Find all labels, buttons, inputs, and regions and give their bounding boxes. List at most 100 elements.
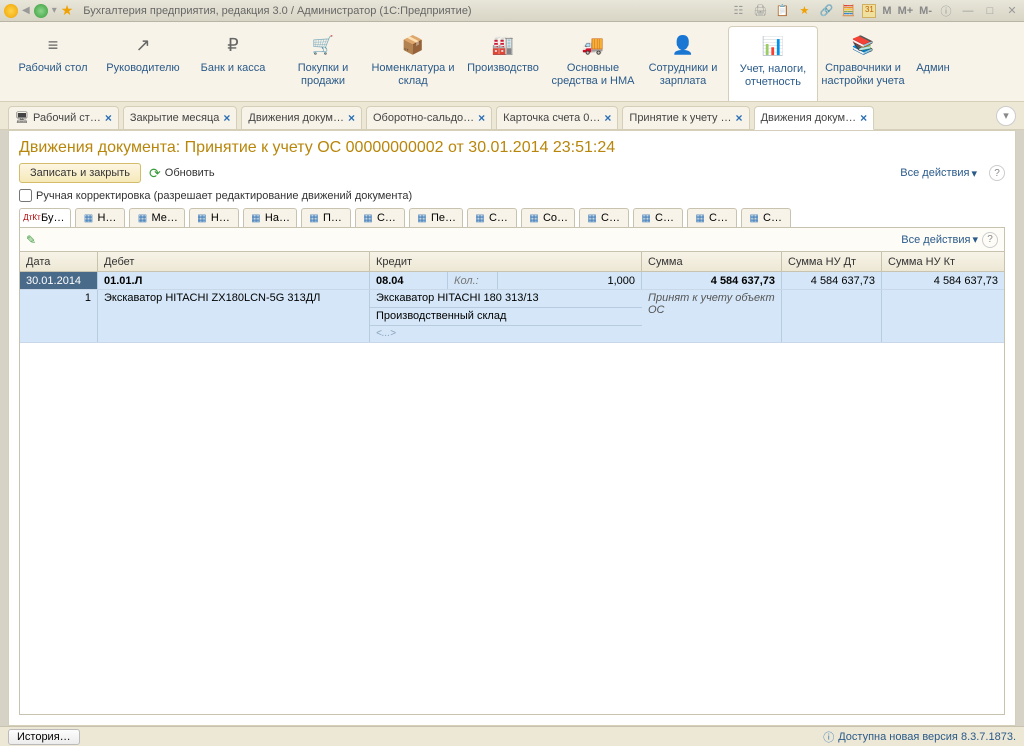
- ribbon-production[interactable]: 🏭Производство: [458, 26, 548, 101]
- subtab-2[interactable]: ▦Ме…: [129, 208, 184, 227]
- forward-icon[interactable]: [34, 4, 48, 18]
- ribbon-assets[interactable]: 🚚Основные средства и НМА: [548, 26, 638, 101]
- history-button[interactable]: История…: [8, 729, 80, 745]
- cell-date[interactable]: 30.01.2014: [20, 272, 98, 289]
- col-header-debit[interactable]: Дебет: [98, 252, 370, 271]
- subtab-accounting[interactable]: ДтКтБу…: [19, 208, 71, 227]
- cell-row-num[interactable]: 1: [20, 290, 98, 342]
- cart-icon: 🛒: [312, 32, 334, 58]
- minimize-icon[interactable]: —: [960, 4, 976, 18]
- person-icon: 👤: [672, 32, 694, 58]
- ribbon-manager[interactable]: ↗Руководителю: [98, 26, 188, 101]
- link-tool-icon[interactable]: 🔗: [818, 3, 834, 19]
- star-tool-icon[interactable]: ★: [796, 3, 812, 19]
- col-header-nu-kt[interactable]: Сумма НУ Кт: [882, 252, 1004, 271]
- ribbon-bank[interactable]: ₽Банк и касса: [188, 26, 278, 101]
- subtab-9[interactable]: ▦Со…: [521, 208, 575, 227]
- grid-all-actions[interactable]: Все действия ▾: [901, 233, 978, 246]
- col-header-credit[interactable]: Кредит: [370, 252, 642, 271]
- subtab-13[interactable]: ▦С…: [741, 208, 791, 227]
- cell-debit-text[interactable]: Экскаватор HITACHI ZX180LCN-5G 313ДЛ: [98, 290, 370, 342]
- table-row[interactable]: 1 Экскаватор HITACHI ZX180LCN-5G 313ДЛ Э…: [20, 290, 1004, 343]
- tab-close-icon[interactable]: ×: [348, 111, 355, 125]
- tab-acceptance[interactable]: Принятие к учету …×: [622, 106, 749, 130]
- help-button[interactable]: ?: [989, 165, 1005, 181]
- dropdown-icon[interactable]: ▾: [52, 5, 57, 16]
- subtab-8[interactable]: ▦С…: [467, 208, 517, 227]
- cell-debit-acc[interactable]: 01.01.Л: [98, 272, 370, 289]
- m-plus-button[interactable]: M+: [898, 5, 914, 17]
- table-row[interactable]: 30.01.2014 01.01.Л 08.04 Кол.: 1,000 4 5…: [20, 272, 1004, 290]
- refresh-button[interactable]: ⟳ Обновить: [149, 165, 215, 182]
- ribbon-admin[interactable]: Админ: [908, 26, 958, 101]
- ribbon-hr[interactable]: 👤Сотрудники и зарплата: [638, 26, 728, 101]
- grid-body[interactable]: 30.01.2014 01.01.Л 08.04 Кол.: 1,000 4 5…: [20, 272, 1004, 714]
- m-minus-button[interactable]: M-: [919, 5, 932, 17]
- tool-icon-2[interactable]: 🖨: [752, 3, 768, 19]
- edit-icon[interactable]: ✎: [26, 233, 36, 247]
- col-header-date[interactable]: Дата: [20, 252, 98, 271]
- all-actions-dropdown[interactable]: Все действия ▾: [900, 167, 977, 180]
- tab-movements-2[interactable]: Движения докум…×: [754, 106, 875, 130]
- subtab-6[interactable]: ▦С…: [355, 208, 405, 227]
- manual-edit-row: Ручная корректировка (разрешает редактир…: [9, 189, 1015, 208]
- cell-sum-text[interactable]: Принят к учету объект ОС: [642, 290, 782, 342]
- credit-detail-1: Экскаватор HITACHI 180 313/13: [370, 290, 642, 308]
- calendar-icon[interactable]: 31: [862, 4, 876, 18]
- tab-close-icon[interactable]: ×: [860, 111, 867, 125]
- ribbon-stock[interactable]: 📦Номенклатура и склад: [368, 26, 458, 101]
- tool-icon-1[interactable]: ☷: [730, 3, 746, 19]
- tab-close-icon[interactable]: ×: [604, 111, 611, 125]
- subtab-10[interactable]: ▦С…: [579, 208, 629, 227]
- tab-close-icon[interactable]: ×: [105, 111, 112, 125]
- subtab-5[interactable]: ▦П…: [301, 208, 351, 227]
- back-icon[interactable]: ◀: [22, 5, 30, 16]
- ribbon-sales[interactable]: 🛒Покупки и продажи: [278, 26, 368, 101]
- cell-sum[interactable]: 4 584 637,73: [642, 272, 782, 289]
- window-titlebar: ◀ ▾ ★ Бухгалтерия предприятия, редакция …: [0, 0, 1024, 22]
- cell-nu-kt[interactable]: 4 584 637,73: [882, 272, 1004, 289]
- manual-edit-label: Ручная корректировка (разрешает редактир…: [36, 190, 412, 202]
- tab-movements-1[interactable]: Движения докум…×: [241, 106, 362, 130]
- info-icon[interactable]: ⓘ: [938, 3, 954, 19]
- subtab-4[interactable]: ▦На…: [243, 208, 297, 227]
- col-header-sum[interactable]: Сумма: [642, 252, 782, 271]
- ribbon-desktop[interactable]: ≡Рабочий стол: [8, 26, 98, 101]
- cell-nu-dt[interactable]: 4 584 637,73: [782, 272, 882, 289]
- tool-icon-3[interactable]: 📋: [774, 3, 790, 19]
- manual-edit-checkbox[interactable]: [19, 189, 32, 202]
- tab-close-icon[interactable]: ×: [478, 111, 485, 125]
- save-close-button[interactable]: Записать и закрыть: [19, 163, 141, 183]
- ribbon-tax[interactable]: 📊Учет, налоги, отчетность: [728, 26, 818, 101]
- col-header-nu-dt[interactable]: Сумма НУ Дт: [782, 252, 882, 271]
- box-icon: 📦: [402, 32, 424, 58]
- credit-detail-2: Производственный склад: [370, 308, 642, 326]
- tab-balance[interactable]: Оборотно-сальдо…×: [366, 106, 492, 130]
- subtab-7[interactable]: ▦Пе…: [409, 208, 463, 227]
- grid-help-button[interactable]: ?: [982, 232, 998, 248]
- tab-desktop[interactable]: 🖥Рабочий ст…×: [8, 106, 119, 130]
- tab-closing[interactable]: Закрытие месяца×: [123, 106, 238, 130]
- version-link[interactable]: ⓘ Доступна новая версия 8.3.7.1873.: [823, 729, 1016, 745]
- subtab-1[interactable]: ▦Н…: [75, 208, 125, 227]
- tabs-dropdown[interactable]: ▾: [996, 106, 1016, 126]
- favorite-icon[interactable]: ★: [61, 2, 74, 19]
- tab-close-icon[interactable]: ×: [223, 111, 230, 125]
- cell-kol-val[interactable]: 1,000: [498, 272, 642, 289]
- tab-account-card[interactable]: Карточка счета 0…×: [496, 106, 618, 130]
- ribbon-refs[interactable]: 📚Справочники и настройки учета: [818, 26, 908, 101]
- cell-credit-detail[interactable]: Экскаватор HITACHI 180 313/13 Производст…: [370, 290, 642, 342]
- subtab-11[interactable]: ▦С…: [633, 208, 683, 227]
- tab-close-icon[interactable]: ×: [736, 111, 743, 125]
- report-icon: 📊: [762, 33, 784, 59]
- subtab-12[interactable]: ▦С…: [687, 208, 737, 227]
- maximize-icon[interactable]: □: [982, 4, 998, 18]
- subtab-3[interactable]: ▦Н…: [189, 208, 239, 227]
- cell-nu-dt-2: [782, 290, 882, 342]
- cell-credit-acc[interactable]: 08.04: [370, 272, 448, 289]
- m-button[interactable]: M: [882, 5, 891, 17]
- calc-icon[interactable]: 🧮: [840, 3, 856, 19]
- close-icon[interactable]: ✕: [1004, 4, 1020, 18]
- credit-detail-3: <...>: [370, 326, 642, 342]
- desktop-icon: 🖥: [15, 111, 29, 124]
